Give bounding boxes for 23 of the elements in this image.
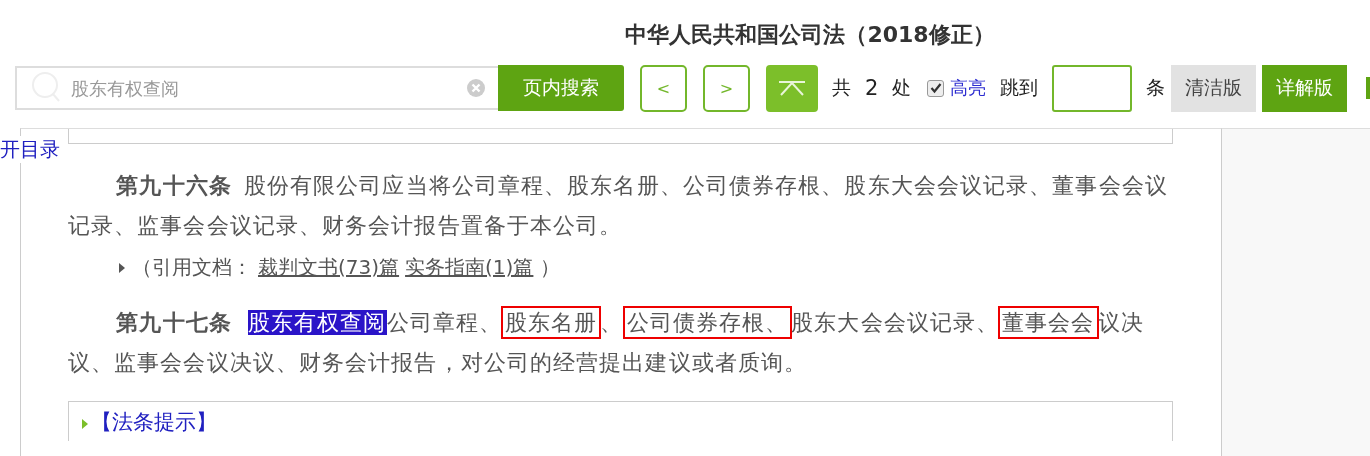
search-field[interactable]: 股东有权查阅	[15, 66, 498, 110]
citation-link[interactable]: 裁判文书(73)篇	[258, 255, 400, 279]
clear-icon[interactable]	[466, 78, 486, 98]
highlight-link[interactable]: 高亮	[950, 76, 987, 100]
version-button[interactable]: 清洁版	[1171, 64, 1257, 112]
chevron-up-icon	[778, 80, 806, 96]
highlight-checkbox[interactable]	[927, 79, 945, 97]
citation-line: （引用文档： 裁判文书(73)篇 实务指南(1)篇 ）	[132, 254, 560, 281]
toc-link[interactable]: 开目录	[0, 136, 60, 163]
search-input[interactable]: 股东有权查阅	[69, 76, 466, 100]
count-label: 处	[892, 75, 912, 100]
jump-input[interactable]	[1052, 64, 1133, 112]
scroll-top-button[interactable]	[766, 64, 818, 112]
article-paragraph: 第九十六条 股份有限公司应当将公司章程、股东名册、公司债券存根、股东大会会议记录、董事会会议记录、监事会会议记录、财务会计报告置备于本公司。	[68, 172, 1169, 240]
section-link[interactable]: 【法条提示】	[91, 408, 217, 436]
article-paragraph: 第九十七条 股东有权查阅公司章程、股东名册、公司债券存根、股东大会会议记录、董事会会 议决议、监事会会议决议、财务会计报告，对公司的经营提出建议或者质询。	[68, 303, 1173, 383]
unit-label: 条	[1146, 75, 1166, 100]
citation-link[interactable]: 实务指南(1)篇	[405, 255, 534, 279]
expand-triangle-icon[interactable]	[118, 261, 126, 274]
match-count: 2	[865, 76, 879, 100]
count-label: 共	[832, 75, 851, 100]
jump-label: 跳到	[1000, 75, 1039, 100]
page-title: 中华人民共和国公司法（2018修正）	[625, 21, 995, 49]
